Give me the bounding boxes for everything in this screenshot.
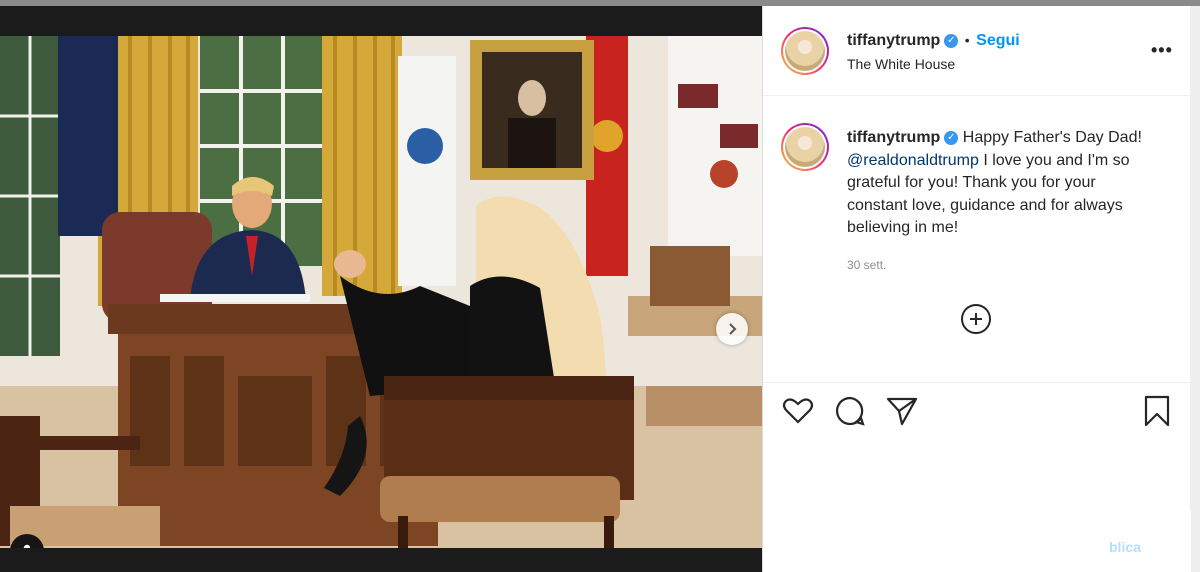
follow-button[interactable]: Segui [976, 32, 1020, 49]
page-gutter [1190, 6, 1200, 572]
plus-circle-icon [970, 313, 982, 325]
caption-username-link[interactable]: tiffanytrump [847, 129, 940, 146]
post-caption: tiffanytrump ✓ Happy Father's Day Dad! @r… [847, 127, 1147, 240]
more-options-icon[interactable]: ••• [1151, 40, 1173, 61]
verified-badge-icon: ✓ [944, 33, 959, 48]
username-link[interactable]: tiffanytrump [847, 32, 940, 49]
separator-dot: • [964, 32, 970, 48]
location-link[interactable]: The White House [847, 56, 955, 72]
user-tag-icon [23, 544, 31, 548]
avatar-image [785, 127, 825, 167]
avatar-image [785, 31, 825, 71]
caption-avatar[interactable] [781, 123, 829, 171]
heart-icon[interactable] [781, 394, 815, 428]
post-photo[interactable] [0, 36, 762, 548]
bookmark-icon[interactable] [1140, 394, 1174, 428]
mention-link[interactable]: @realdonaldtrump [847, 152, 979, 169]
publish-button[interactable]: blica [1109, 539, 1141, 555]
load-more-comments-button[interactable] [961, 304, 991, 334]
actions-divider [763, 382, 1191, 383]
photo-illustration [0, 36, 762, 548]
post-header: tiffanytrump ✓ • Segui The White House ••… [763, 6, 1191, 96]
post-timestamp[interactable]: 30 sett. [847, 258, 886, 272]
comment-icon[interactable] [833, 394, 867, 428]
post-side-panel: tiffanytrump ✓ • Segui The White House ••… [762, 6, 1191, 572]
caption-text-start: Happy Father's Day Dad! [962, 129, 1142, 146]
verified-badge-icon: ✓ [944, 130, 959, 145]
post-actions-bar [763, 394, 1191, 434]
avatar[interactable] [781, 27, 829, 75]
paper-plane-icon[interactable] [885, 394, 919, 428]
chevron-right-icon [729, 323, 737, 335]
next-slide-button[interactable] [716, 313, 748, 345]
